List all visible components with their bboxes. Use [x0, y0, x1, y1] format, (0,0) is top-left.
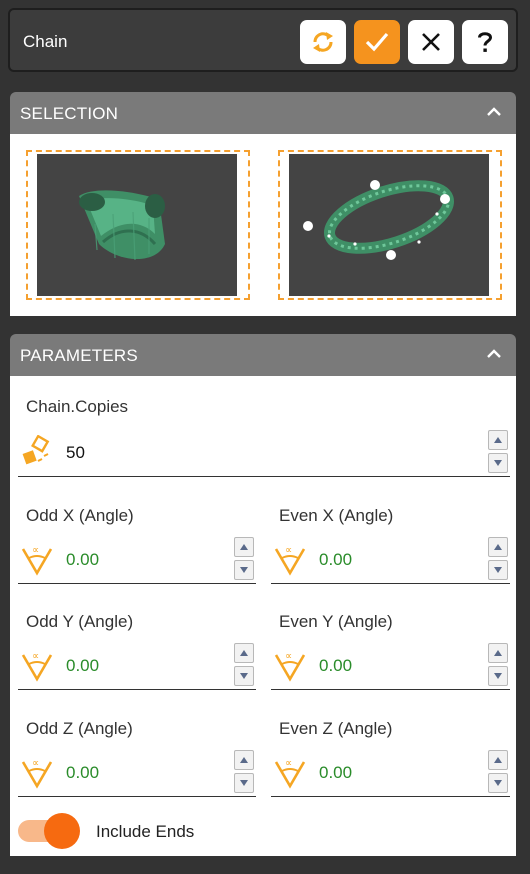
even-z-value: 0.00 [319, 763, 353, 782]
link-part-thumbnail[interactable] [26, 150, 250, 300]
copies-label: Chain.Copies [26, 397, 129, 416]
triangle-up-icon [494, 757, 502, 763]
increment-button[interactable] [488, 750, 508, 770]
odd-z-value: 0.00 [66, 763, 100, 782]
parameters-title: PARAMETERS [20, 346, 138, 365]
even-x-stepper[interactable] [488, 537, 508, 583]
increment-button[interactable] [234, 537, 254, 557]
odd-z-label: Odd Z (Angle) [26, 719, 133, 738]
even-x-value: 0.00 [319, 550, 353, 569]
odd-x-field[interactable]: ∝ 0.00 [18, 534, 256, 584]
even-y-value: 0.00 [319, 656, 353, 675]
triangle-up-icon [240, 650, 248, 656]
angle-icon: ∝ [21, 545, 53, 576]
svg-text:∝: ∝ [32, 545, 39, 556]
help-button[interactable] [462, 20, 508, 64]
include-ends-label: Include Ends [96, 822, 195, 841]
triangle-up-icon [494, 650, 502, 656]
copies-icon [22, 435, 50, 465]
triangle-down-icon [494, 460, 502, 466]
svg-text:∝: ∝ [285, 758, 292, 769]
copies-value: 50 [66, 443, 85, 462]
decrement-button[interactable] [488, 666, 508, 686]
copies-stepper[interactable] [488, 430, 508, 476]
decrement-button[interactable] [234, 773, 254, 793]
svg-text:∝: ∝ [32, 651, 39, 662]
odd-x-value: 0.00 [66, 550, 100, 569]
even-x-label: Even X (Angle) [279, 506, 394, 525]
odd-z-stepper[interactable] [234, 750, 254, 796]
even-y-field[interactable]: ∝ 0.00 [271, 640, 510, 690]
angle-icon: ∝ [274, 545, 306, 576]
parameters-header[interactable]: PARAMETERS [10, 334, 516, 376]
refresh-icon [313, 32, 333, 52]
decrement-button[interactable] [234, 666, 254, 686]
refresh-button[interactable] [300, 20, 346, 64]
include-ends-toggle[interactable] [18, 812, 80, 850]
increment-button[interactable] [234, 643, 254, 663]
svg-text:∝: ∝ [32, 758, 39, 769]
link-part-preview [37, 154, 237, 296]
decrement-button[interactable] [234, 560, 254, 580]
triangle-down-icon [494, 673, 502, 679]
link-part-model-icon [79, 190, 165, 261]
triangle-up-icon [494, 437, 502, 443]
apply-button[interactable] [354, 20, 400, 64]
odd-z-field[interactable]: ∝ 0.00 [18, 747, 256, 797]
triangle-down-icon [240, 673, 248, 679]
even-z-stepper[interactable] [488, 750, 508, 796]
triangle-down-icon [240, 567, 248, 573]
even-y-stepper[interactable] [488, 643, 508, 689]
ring-model-icon [303, 180, 455, 260]
odd-y-label: Odd Y (Angle) [26, 612, 134, 631]
window-title: Chain [23, 32, 68, 51]
triangle-up-icon [494, 544, 502, 550]
angle-icon: ∝ [21, 651, 53, 682]
title-bar: Chain [8, 8, 518, 72]
check-icon [365, 32, 389, 52]
help-icon [478, 32, 493, 52]
odd-y-stepper[interactable] [234, 643, 254, 689]
increment-button[interactable] [488, 430, 508, 450]
even-z-label: Even Z (Angle) [279, 719, 393, 738]
odd-x-label: Odd X (Angle) [26, 506, 134, 525]
odd-y-value: 0.00 [66, 656, 100, 675]
svg-text:∝: ∝ [285, 651, 292, 662]
close-button[interactable] [408, 20, 454, 64]
ring-path-thumbnail[interactable] [278, 150, 502, 300]
ring-path-preview [289, 154, 489, 296]
angle-icon: ∝ [274, 758, 306, 789]
triangle-up-icon [240, 757, 248, 763]
selection-header[interactable]: SELECTION [10, 92, 516, 134]
triangle-down-icon [494, 567, 502, 573]
chevron-up-icon[interactable] [486, 104, 502, 120]
chevron-up-icon[interactable] [486, 346, 502, 362]
triangle-down-icon [494, 780, 502, 786]
even-y-label: Even Y (Angle) [279, 612, 393, 631]
selection-body [10, 134, 516, 316]
even-z-field[interactable]: ∝ 0.00 [271, 747, 510, 797]
angle-icon: ∝ [21, 758, 53, 789]
odd-y-field[interactable]: ∝ 0.00 [18, 640, 256, 690]
triangle-up-icon [240, 544, 248, 550]
svg-text:∝: ∝ [285, 545, 292, 556]
copies-field[interactable]: 50 [18, 427, 510, 477]
close-icon [422, 33, 440, 51]
decrement-button[interactable] [488, 560, 508, 580]
triangle-down-icon [240, 780, 248, 786]
increment-button[interactable] [488, 643, 508, 663]
odd-x-stepper[interactable] [234, 537, 254, 583]
increment-button[interactable] [234, 750, 254, 770]
even-x-field[interactable]: ∝ 0.00 [271, 534, 510, 584]
selection-title: SELECTION [20, 104, 119, 123]
decrement-button[interactable] [488, 773, 508, 793]
decrement-button[interactable] [488, 453, 508, 473]
toggle-knob [44, 813, 80, 849]
angle-icon: ∝ [274, 651, 306, 682]
increment-button[interactable] [488, 537, 508, 557]
